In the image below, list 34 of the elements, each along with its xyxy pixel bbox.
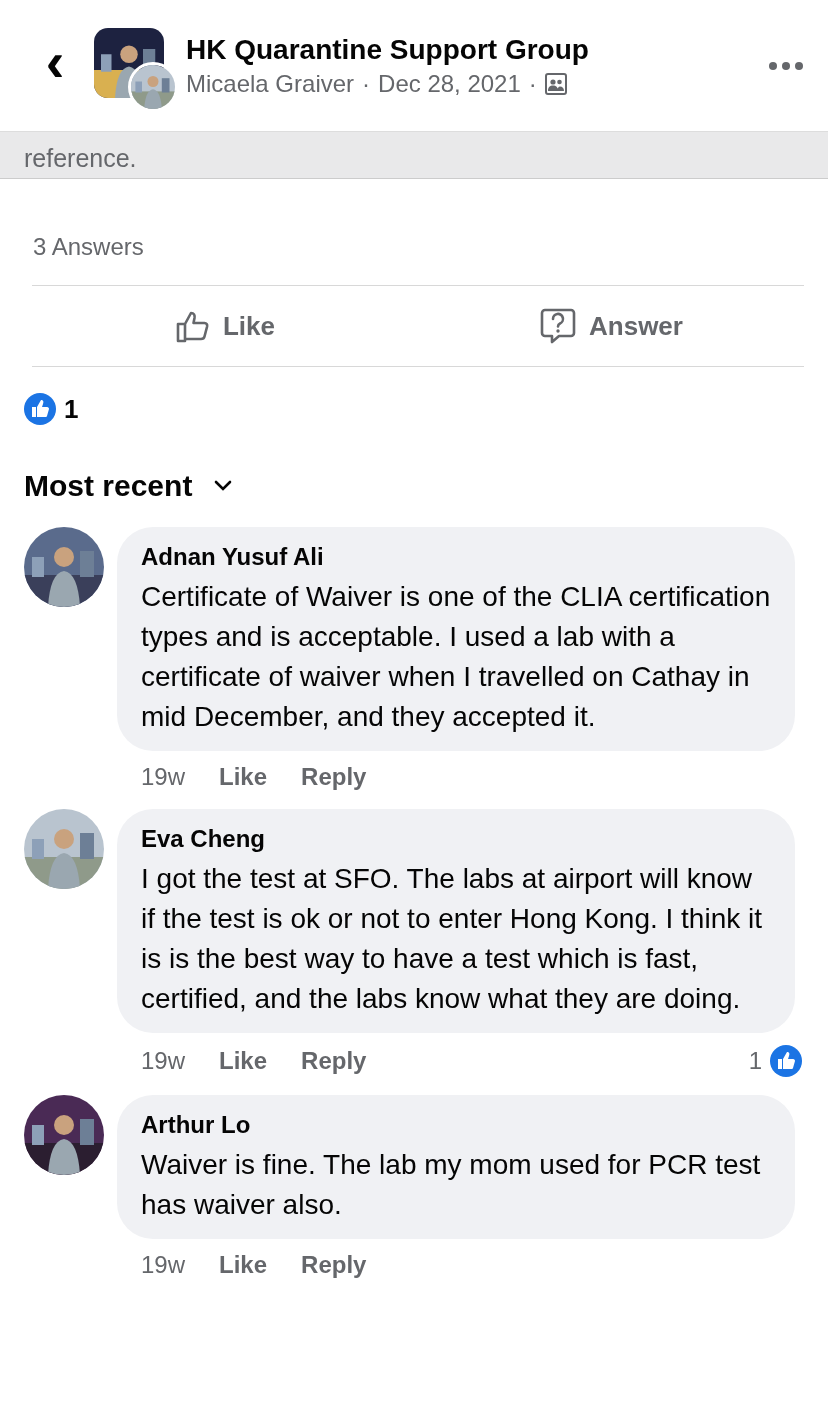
author-name[interactable]: Micaela Graiver [186,69,355,98]
comment-time: 19w [141,763,186,791]
like-button[interactable]: Like [32,286,418,366]
comment-time: 19w [141,1251,186,1279]
reply-link[interactable]: Reply [301,763,367,791]
back-button[interactable]: ‹ [30,33,80,90]
comment-time: 19w [141,1047,186,1075]
reaction-count[interactable]: 1 [64,393,79,425]
commenter-name[interactable]: Arthur Lo [141,1111,771,1139]
post-excerpt: reference. [24,144,137,172]
like-link[interactable]: Like [219,1251,268,1279]
more-options-icon[interactable] [768,60,804,71]
comment-text: Certificate of Waiver is one of the CLIA certification types and is acceptable. I used a lab with a certificate of waiver when I travelled on Cathay in mid December, and they accepted it. [141,580,771,734]
chevron-down-icon [214,480,233,492]
commenter-name[interactable]: Adnan Yusuf Ali [141,543,771,571]
post-date: Dec 28, 2021 [378,69,521,98]
commenter-name[interactable]: Eva Cheng [141,825,771,853]
answers-count[interactable]: 3 Answers [33,233,144,260]
like-reaction-icon [24,393,56,425]
comment-text: I got the test at SFO. The labs at airport will know if the test is ok or not to enter Hong Kong. I think it is is the best way to have a test which is fast, certified, and the labs know what they are doing. [141,862,763,1016]
answer-button[interactable]: Answer [418,286,804,366]
question-bubble-icon [539,307,578,345]
like-link[interactable]: Like [219,1047,268,1075]
reaction-count[interactable]: 1 [748,1047,762,1075]
like-link[interactable]: Like [219,763,268,791]
reply-link[interactable]: Reply [301,1251,367,1279]
separator: · [362,69,371,98]
reply-link[interactable]: Reply [301,1047,367,1075]
group-title[interactable]: HK Quarantine Support Group [186,33,768,66]
separator: · [528,69,537,98]
comment-text: Waiver is fine. The lab my mom used for PCR test has waiver also. [141,1148,762,1222]
group-audience-icon [544,72,567,95]
sort-dropdown[interactable]: Most recent [24,469,233,503]
like-reaction-icon [770,1045,802,1077]
